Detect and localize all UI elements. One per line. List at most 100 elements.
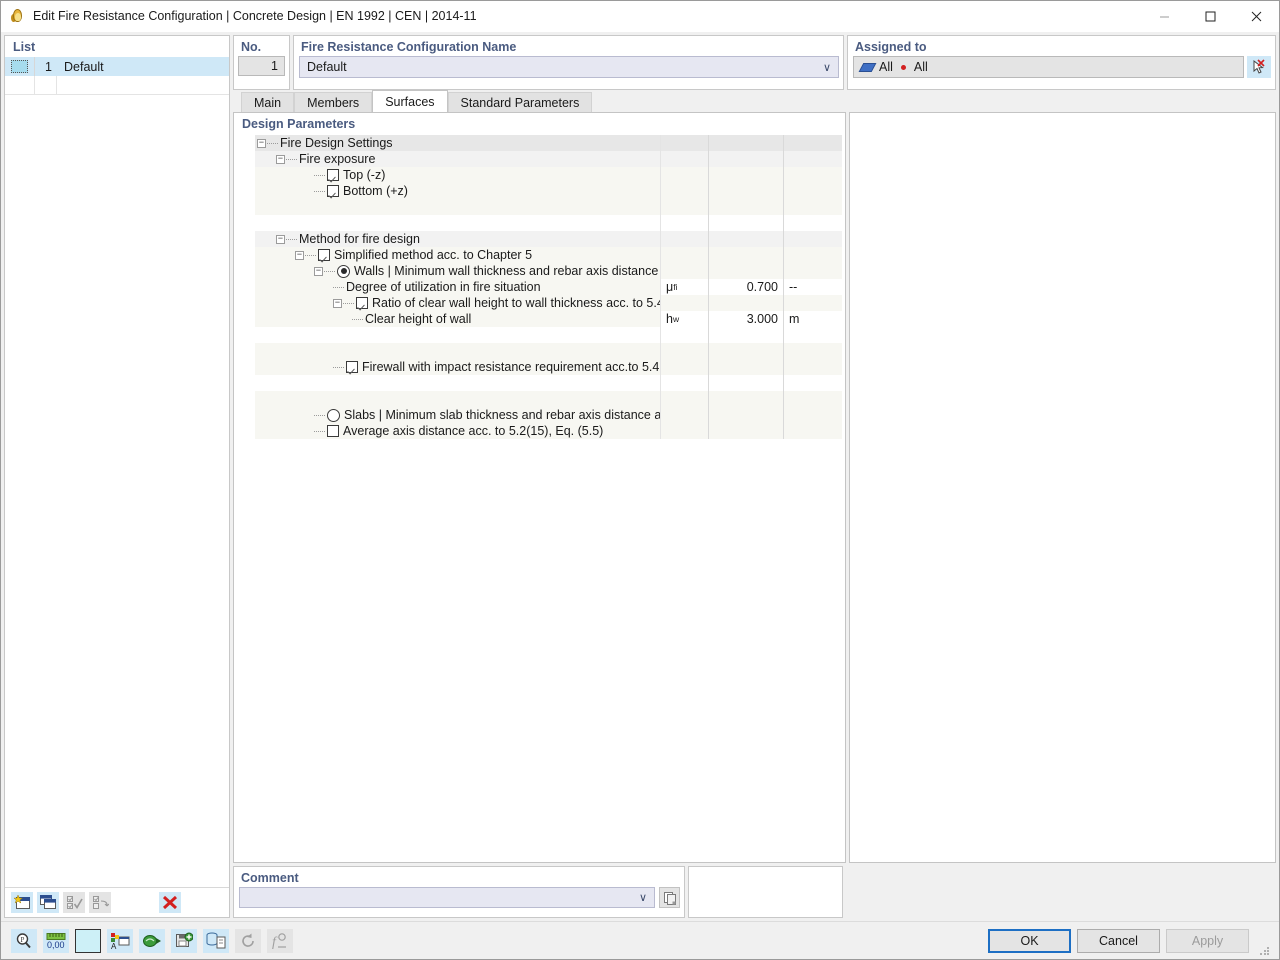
search-tool-button[interactable]: P [11,928,37,953]
expander-ratio-clear-wall-height-icon[interactable]: − [333,298,342,308]
tree-row-unit [783,407,842,423]
tree-row-text: Slabs | Minimum slab thickness and rebar… [344,408,660,422]
tab-standard-parameters[interactable]: Standard Parameters [447,92,593,112]
tree-row-value[interactable]: 0.700 [708,279,783,295]
expander-method-for-fire-design-icon[interactable]: − [276,234,285,244]
tree-row-simplified-method-chapter-5[interactable]: − Simplified method acc. to Chapter 5 [255,247,842,263]
tree-row-bottom-plus-z[interactable]: Bottom (+z) [255,183,842,199]
tree-row-top-minus-z[interactable]: Top (-z) [255,167,842,183]
ok-button[interactable]: OK [988,928,1071,953]
expander-simplified-method-chapter-5-icon[interactable]: − [295,250,304,260]
dialog-window: Edit Fire Resistance Configuration | Con… [0,0,1280,960]
tree-row-value [708,167,783,183]
tree-row-slabs-minimum-slab-thickness[interactable]: Slabs | Minimum slab thickness and rebar… [255,407,842,423]
tree-row-spacer-4 [255,343,842,359]
tree-row-value[interactable]: 3.000 [708,311,783,327]
tree-row-walls-minimum-wall-thickness[interactable]: − Walls | Minimum wall thickness and reba… [255,263,842,279]
copy-item-button[interactable] [37,892,59,913]
list-item[interactable]: 1 Default [5,57,229,76]
checkbox-ratio-clear-wall-height[interactable] [356,297,368,309]
select-objects-button[interactable] [1247,56,1271,78]
chevron-down-icon[interactable]: ∨ [639,891,650,904]
tree-row-fire-exposure[interactable]: − Fire exposure [255,151,842,167]
units-tool-button[interactable]: 0,00 [43,928,69,953]
comment-combo[interactable]: ∨ [239,887,655,908]
display-properties-button[interactable]: A [107,928,133,953]
tree-row-clear-height-of-wall[interactable]: Clear height of wall h w 3.000 m [255,311,842,327]
expander-fire-exposure-icon[interactable]: − [276,154,285,164]
copy-comment-button[interactable] [659,887,680,908]
tree-row-text: Firewall with impact resistance requirem… [362,360,660,374]
radio-walls-minimum-wall-thickness[interactable] [337,264,350,278]
checkbox-average-axis-distance[interactable] [327,425,339,437]
resize-grip-icon[interactable] [1259,945,1271,957]
tree-empty-space [255,439,842,862]
tree-row-unit [783,359,842,375]
tree-connector [286,238,297,240]
tree-row-unit [783,247,842,263]
list-item-color-swatch [5,57,35,76]
assigned-to-field[interactable]: All All [853,56,1244,78]
expander-walls-minimum-wall-thickness-icon[interactable]: − [314,266,323,276]
export-button[interactable] [171,928,197,953]
tree-row-text: Top (-z) [343,168,386,182]
tree-row-unit [783,215,842,231]
tree-row-symbol [660,375,708,391]
tree-row-value [708,423,783,439]
select-all-button [63,892,85,913]
config-name-combo[interactable]: Default ∨ [299,56,839,78]
expander-fire-design-settings-icon[interactable]: − [257,138,266,148]
tree-row-unit [783,343,842,359]
tree-row-unit [783,135,842,151]
database-button[interactable] [203,928,229,953]
tree-row-firewall-impact-resistance[interactable]: Firewall with impact resistance requirem… [255,359,842,375]
tree-row-label-cell: − Walls | Minimum wall thickness and reba… [255,263,660,279]
tree-row-unit [783,263,842,279]
tree-row-spacer-6 [255,391,842,407]
tree-row-value [708,215,783,231]
close-icon[interactable] [1233,1,1279,32]
maximize-icon[interactable] [1187,1,1233,32]
number-field[interactable]: 1 [238,56,285,76]
main-area: Main Members Surfaces Standard Parameter… [230,90,1279,863]
tab-surfaces[interactable]: Surfaces [372,90,448,112]
tree-row-method-for-fire-design[interactable]: − Method for fire design [255,231,842,247]
design-parameters-label: Design Parameters [242,117,356,131]
checkbox-top-minus-z[interactable] [327,169,339,181]
cancel-button[interactable]: Cancel [1077,928,1160,953]
tree-row-average-axis-distance[interactable]: Average axis distance acc. to 5.2(15), E… [255,423,842,439]
import-button[interactable] [139,928,165,953]
node-icon [900,64,906,70]
tab-members[interactable]: Members [294,92,373,112]
tree-row-label-cell: Degree of utilization in fire situation [255,279,660,295]
tree-row-fire-design-settings[interactable]: − Fire Design Settings [255,135,842,151]
tab-main[interactable]: Main [241,92,295,112]
comment-strip: Comment ∨ [230,863,1279,921]
tree-row-text: Walls | Minimum wall thickness and rebar… [354,264,660,278]
color-tool-button[interactable] [75,928,101,953]
chevron-down-icon[interactable]: ∨ [823,61,834,74]
tree-row-degree-of-utilization[interactable]: Degree of utilization in fire situation μ… [255,279,842,295]
tree-row-text: Average axis distance acc. to 5.2(15), E… [343,424,604,438]
tree-row-label-cell: Slabs | Minimum slab thickness and rebar… [255,407,660,423]
tree-row-text: Ratio of clear wall height to wall thick… [372,296,660,310]
new-item-button[interactable] [11,892,33,913]
tree-row-ratio-clear-wall-height[interactable]: − Ratio of clear wall height to wall thic… [255,295,842,311]
svg-text:0,00: 0,00 [47,940,65,950]
checkbox-bottom-plus-z[interactable] [327,185,339,197]
checkbox-firewall-impact-resistance[interactable] [346,361,358,373]
tree-connector [286,158,297,160]
tree-row-label-cell: Average axis distance acc. to 5.2(15), E… [255,423,660,439]
checkbox-simplified-method-chapter-5[interactable] [318,249,330,261]
radio-slabs-minimum-slab-thickness[interactable] [327,408,340,422]
config-name-panel: Fire Resistance Configuration Name Defau… [293,35,844,90]
tree-row-unit: -- [783,279,842,295]
tree-row-value [708,375,783,391]
delete-item-button[interactable] [159,892,181,913]
tree-row-label-cell [255,327,660,343]
tree-row-unit [783,423,842,439]
tree-row-label-cell [255,199,660,215]
assigned-to-panel: Assigned to All All [847,35,1276,90]
minimize-icon[interactable] [1141,1,1187,32]
tree-row-symbol: hw [660,311,708,327]
